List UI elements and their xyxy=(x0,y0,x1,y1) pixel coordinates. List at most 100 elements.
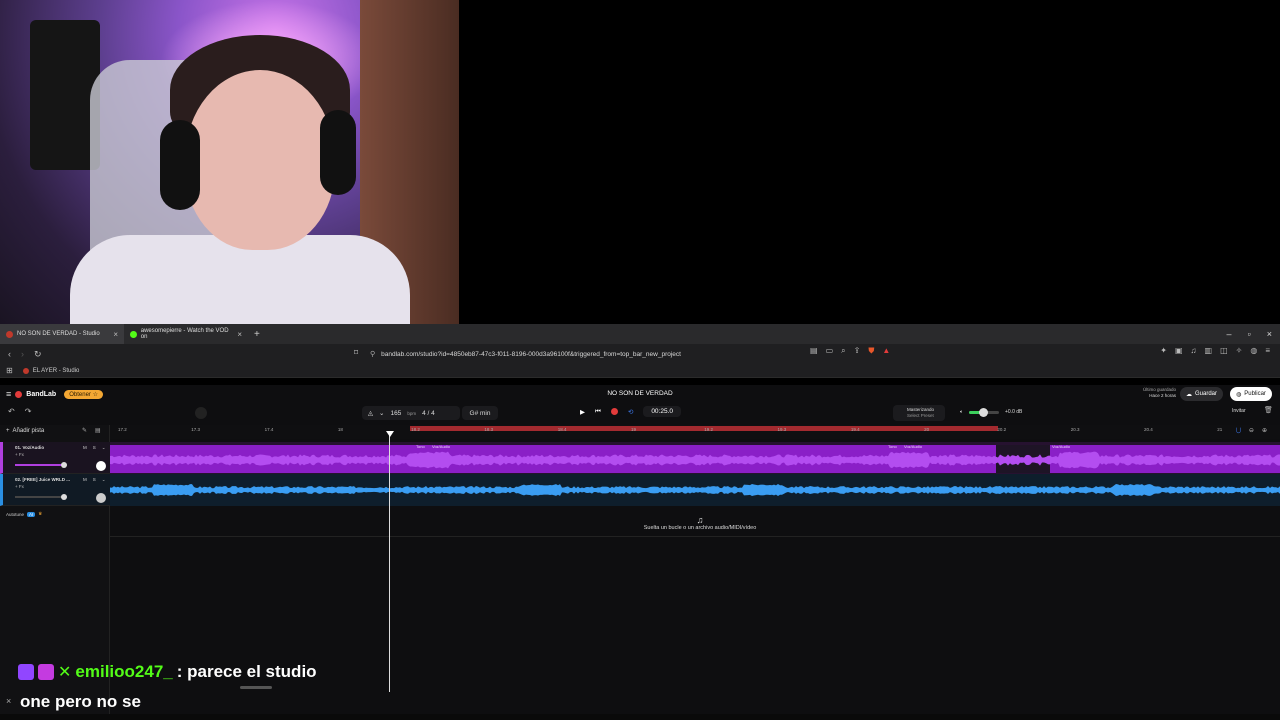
chevron-down-icon[interactable]: ⌄ xyxy=(102,477,106,483)
tab-studio[interactable]: NO SON DE VERDAD - Studio × xyxy=(0,324,124,344)
wallet-icon[interactable]: ▣ xyxy=(1175,346,1183,355)
autotune-row[interactable]: Autotune AI ♛ xyxy=(6,511,42,517)
chevron-down-icon[interactable]: ⌄ xyxy=(379,409,384,417)
bookmark-icon[interactable]: ⌑ xyxy=(354,348,358,357)
brave-rewards-icon[interactable]: ▲ xyxy=(882,346,890,356)
trash-icon[interactable]: 🗑︎ xyxy=(1264,406,1273,414)
publish-button[interactable]: ◍ Publicar xyxy=(1230,387,1272,401)
vpn-icon[interactable]: ◍ xyxy=(1250,346,1257,355)
metronome-icon[interactable]: ◬ xyxy=(368,409,373,417)
key-selector[interactable]: G# min xyxy=(462,406,498,420)
scrollbar[interactable] xyxy=(240,686,272,689)
sidebar-icon[interactable]: ▥ xyxy=(1205,346,1213,355)
ruler-tick: 18.3 xyxy=(484,427,494,432)
track-volume-slider[interactable] xyxy=(15,494,67,500)
redo-icon[interactable]: ↷ xyxy=(25,407,32,416)
caption-text: one pero no se xyxy=(20,692,141,711)
music-icon[interactable]: ♫ xyxy=(1191,346,1197,355)
skip-back-icon[interactable]: ⏮ xyxy=(595,408,601,416)
apps-grid-icon[interactable]: ⊞ xyxy=(6,366,13,375)
zoom-in-icon[interactable]: ⊕ xyxy=(1262,427,1267,434)
pan-knob[interactable] xyxy=(96,493,106,503)
zoom-out-icon[interactable]: ⊖ xyxy=(1249,427,1254,434)
project-title[interactable]: NO SON DE VERDAD xyxy=(560,390,720,397)
share-icon[interactable]: ⇪ xyxy=(854,346,861,356)
mute-button[interactable]: M xyxy=(83,445,87,451)
tempo-meter[interactable]: ◬ ⌄ 165 bpm 4 / 4 xyxy=(362,406,460,420)
x-icon: ✕ xyxy=(58,664,72,681)
zoom-icon[interactable]: ⌕ xyxy=(841,346,845,356)
beat-lane[interactable] xyxy=(110,474,1280,506)
clip-tag: Tono xyxy=(416,444,425,449)
cast-icon[interactable]: ▭ xyxy=(826,346,834,356)
drop-zone[interactable]: ♫ Suelta un bucle o un archivo audio/MID… xyxy=(560,515,840,531)
reload-icon[interactable]: ↻ xyxy=(34,349,42,360)
close-icon[interactable]: × xyxy=(6,696,11,706)
new-tab-icon[interactable]: + xyxy=(254,329,260,340)
close-window-icon[interactable]: × xyxy=(1267,329,1272,339)
extension-icon[interactable]: ✦ xyxy=(1160,346,1167,355)
add-fx-button[interactable]: + Fx xyxy=(15,452,106,457)
get-membership-button[interactable]: Obtener ☆ xyxy=(64,389,103,399)
menu-icon[interactable]: ≡ xyxy=(1265,346,1270,355)
add-fx-button[interactable]: + Fx xyxy=(15,484,106,489)
track-name: 01. Voz/Audio xyxy=(15,445,45,450)
record-icon[interactable] xyxy=(610,408,618,415)
bookmark-el-ayer[interactable]: EL AYER - Studio xyxy=(22,367,79,374)
volume-slider[interactable] xyxy=(969,407,1000,417)
volume-knob[interactable] xyxy=(978,407,988,417)
ruler-tick: 21 xyxy=(1217,427,1223,432)
track-volume-slider[interactable] xyxy=(15,462,67,468)
loop-icon[interactable]: ⟲ xyxy=(628,408,633,416)
cloud-icon: ☁ xyxy=(1186,391,1192,398)
transport-bar: ↶ ↷ ◬ ⌄ 165 bpm 4 / 4 G# min ▶ ⏮ ⟲ 00:25… xyxy=(0,403,1280,423)
leo-icon[interactable]: ✧ xyxy=(1236,346,1243,355)
save-button[interactable]: ☁ Guardar xyxy=(1180,387,1224,401)
solo-button[interactable]: S xyxy=(93,477,96,483)
mute-button[interactable]: M xyxy=(83,477,87,483)
brave-shield-icon[interactable]: ⛊ xyxy=(868,346,874,356)
speaker-icon[interactable]: 🔈︎ xyxy=(960,409,963,415)
hamburger-menu-icon[interactable]: ≡ xyxy=(6,389,11,399)
forward-icon[interactable]: › xyxy=(21,349,24,360)
ruler-tick: 20 xyxy=(924,427,930,432)
undo-icon[interactable]: ↶ xyxy=(8,407,15,416)
playhead-handle[interactable] xyxy=(386,431,394,437)
tab-kick-vod[interactable]: awesomepierre - Watch the VOD on × xyxy=(124,324,248,344)
chevron-down-icon[interactable]: ⌄ xyxy=(102,445,106,451)
reader-icon[interactable]: ▤ xyxy=(810,346,818,356)
grid-icon[interactable]: ▤ xyxy=(95,427,101,434)
close-tab-icon[interactable]: × xyxy=(237,330,242,339)
playhead[interactable] xyxy=(389,434,390,692)
pencil-icon[interactable]: ✎ xyxy=(82,427,87,434)
twitch-icon xyxy=(18,664,34,680)
slider-knob[interactable] xyxy=(61,494,67,500)
mastering-preset[interactable]: Masterizando Select Preset xyxy=(893,405,945,421)
slider-knob[interactable] xyxy=(61,462,67,468)
site-info-icon[interactable]: ⚲ xyxy=(370,350,375,358)
timeline-ruler[interactable]: ⋃ ⊖ ⊕ 17.2 17.3 17.4 18 18.2 18.3 18.4 19 19.2 19… xyxy=(110,425,1280,439)
track-header-vocal[interactable]: 01. Voz/Audio + Fx M S ⌄ xyxy=(0,442,110,474)
ruler-tick: 20.2 xyxy=(997,427,1007,432)
play-icon[interactable]: ▶ xyxy=(580,408,585,416)
bandlab-logo-icon xyxy=(15,390,23,398)
tabs-icon[interactable]: ◫ xyxy=(1220,346,1228,355)
track-buttons: M S ⌄ xyxy=(83,477,106,483)
invite-button[interactable]: Invitar xyxy=(1232,408,1246,414)
back-icon[interactable]: ‹ xyxy=(8,349,11,360)
add-track-button[interactable]: + Añadir pista xyxy=(6,428,44,434)
webcam-feed xyxy=(0,0,459,324)
minimize-icon[interactable]: – xyxy=(1227,329,1232,339)
record-mode-icon[interactable] xyxy=(195,407,207,419)
solo-button[interactable]: S xyxy=(93,445,96,451)
magnet-icon[interactable]: ⋃ xyxy=(1236,427,1241,434)
track-header-beat[interactable]: 02. [FREE] Juice WRLD ... + Fx M S ⌄ xyxy=(0,474,110,506)
maximize-icon[interactable]: ▫ xyxy=(1248,329,1251,339)
vocal-lane[interactable]: Tono Voz/Audio Tono Voz/Audio Voz/Audio xyxy=(110,442,1280,474)
beat-clip[interactable] xyxy=(110,474,1280,506)
time-signature: 4 / 4 xyxy=(422,409,435,417)
brand-name: BandLab xyxy=(26,390,57,398)
close-tab-icon[interactable]: × xyxy=(113,330,118,339)
ruler-tick: 19.3 xyxy=(777,427,787,432)
pan-knob[interactable] xyxy=(96,461,106,471)
